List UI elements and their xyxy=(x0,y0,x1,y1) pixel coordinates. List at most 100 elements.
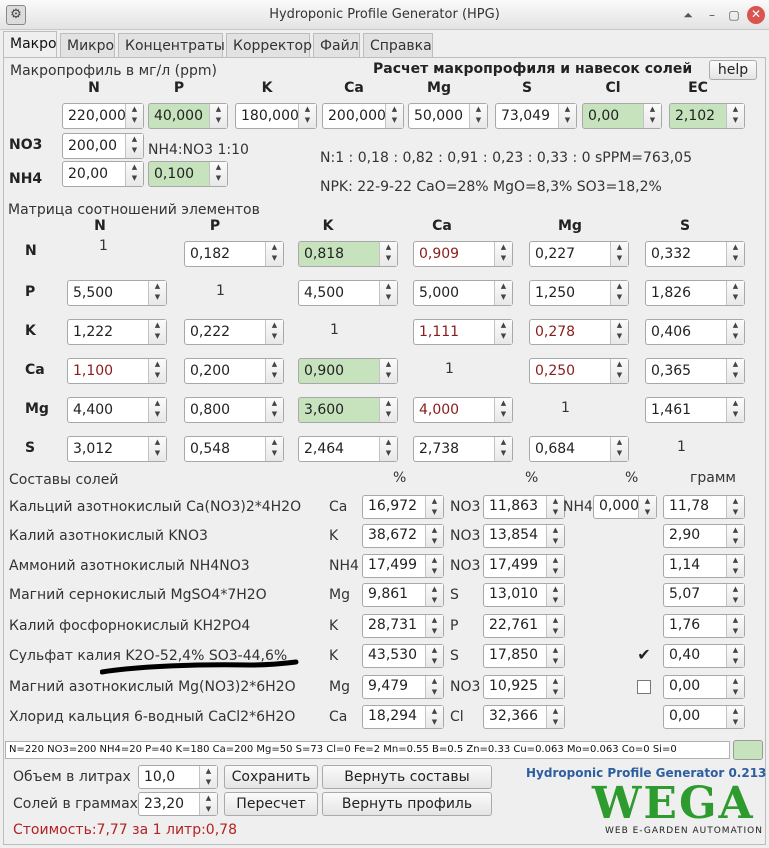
salt-pct1-2[interactable]: 17,499 ▲ ▼ xyxy=(362,554,444,578)
spinner-arrows-icon[interactable]: ▲ ▼ xyxy=(726,555,744,577)
spinner-arrows-icon[interactable]: ▲ ▼ xyxy=(265,242,283,266)
salt-pct1-3[interactable]: 9,861 ▲ ▼ xyxy=(362,583,444,607)
salt-grams-7[interactable]: 0,00 ▲ ▼ xyxy=(663,705,745,729)
spinner-arrows-icon[interactable]: ▲ ▼ xyxy=(726,645,744,667)
matrix-cell-4-2[interactable]: 3,600 ▲ ▼ xyxy=(298,397,398,423)
spinner-arrows-icon[interactable]: ▲ ▼ xyxy=(726,359,744,383)
spinner-arrows-icon[interactable]: ▲ ▼ xyxy=(148,398,166,422)
spinner-arrows-icon[interactable]: ▲ ▼ xyxy=(425,645,443,667)
close-icon[interactable]: ✕ xyxy=(747,6,765,24)
spinner-arrows-icon[interactable]: ▲ ▼ xyxy=(148,281,166,305)
spinner-arrows-icon[interactable]: ▲ ▼ xyxy=(265,320,283,344)
spinner-arrows-icon[interactable]: ▲ ▼ xyxy=(546,496,564,518)
matrix-cell-2-1[interactable]: 0,222 ▲ ▼ xyxy=(184,319,284,345)
spinner-arrows-icon[interactable]: ▲ ▼ xyxy=(379,281,397,305)
matrix-cell-5-3[interactable]: 2,738 ▲ ▼ xyxy=(413,436,513,462)
spinner-arrows-icon[interactable]: ▲ ▼ xyxy=(425,706,443,728)
spinner-arrows-icon[interactable]: ▲ ▼ xyxy=(494,398,512,422)
tab-help[interactable]: Справка xyxy=(363,33,433,58)
spinner-arrows-icon[interactable]: ▲ ▼ xyxy=(494,281,512,305)
salt-grams-3[interactable]: 5,07 ▲ ▼ xyxy=(663,583,745,607)
spinner-arrows-icon[interactable]: ▲ ▼ xyxy=(125,162,143,186)
salt-pct1-6[interactable]: 9,479 ▲ ▼ xyxy=(362,675,444,699)
up-icon[interactable]: ⏶ xyxy=(679,6,697,24)
matrix-cell-4-1[interactable]: 0,800 ▲ ▼ xyxy=(184,397,284,423)
salt-pct2-7[interactable]: 32,366 ▲ ▼ xyxy=(483,705,565,729)
macro-input-2[interactable]: 180,000 ▲ ▼ xyxy=(235,103,317,129)
restore-compositions-button[interactable]: Вернуть составы xyxy=(322,765,492,789)
spinner-arrows-icon[interactable]: ▲ ▼ xyxy=(726,676,744,698)
salt-grams-5[interactable]: 0,40 ▲ ▼ xyxy=(663,644,745,668)
matrix-cell-2-3[interactable]: 1,111 ▲ ▼ xyxy=(413,319,513,345)
matrix-cell-5-1[interactable]: 0,548 ▲ ▼ xyxy=(184,436,284,462)
tab-corrector[interactable]: Корректор xyxy=(226,33,312,58)
matrix-cell-4-0[interactable]: 4,400 ▲ ▼ xyxy=(67,397,167,423)
spinner-arrows-icon[interactable]: ▲ ▼ xyxy=(726,615,744,637)
ratio-input[interactable]: 0,100 ▲ ▼ xyxy=(148,161,228,187)
spinner-arrows-icon[interactable]: ▲ ▼ xyxy=(726,706,744,728)
spinner-arrows-icon[interactable]: ▲ ▼ xyxy=(546,706,564,728)
matrix-cell-2-5[interactable]: 0,406 ▲ ▼ xyxy=(645,319,745,345)
spinner-arrows-icon[interactable]: ▲ ▼ xyxy=(610,437,628,461)
spinner-arrows-icon[interactable]: ▲ ▼ xyxy=(726,584,744,606)
spinner-arrows-icon[interactable]: ▲ ▼ xyxy=(643,104,661,128)
save-button[interactable]: Сохранить xyxy=(224,765,318,789)
tab-macro[interactable]: Макро xyxy=(3,31,57,58)
spinner-arrows-icon[interactable]: ▲ ▼ xyxy=(494,242,512,266)
matrix-cell-1-5[interactable]: 1,826 ▲ ▼ xyxy=(645,280,745,306)
salt-pct2-5[interactable]: 17,850 ▲ ▼ xyxy=(483,644,565,668)
matrix-cell-1-0[interactable]: 5,500 ▲ ▼ xyxy=(67,280,167,306)
spinner-arrows-icon[interactable]: ▲ ▼ xyxy=(638,496,656,518)
tab-file[interactable]: Файл xyxy=(313,33,360,58)
tab-micro[interactable]: Микро xyxy=(60,33,115,58)
spinner-arrows-icon[interactable]: ▲ ▼ xyxy=(726,496,744,518)
spinner-arrows-icon[interactable]: ▲ ▼ xyxy=(546,676,564,698)
salt-pct2-4[interactable]: 22,761 ▲ ▼ xyxy=(483,614,565,638)
matrix-cell-5-2[interactable]: 2,464 ▲ ▼ xyxy=(298,436,398,462)
macro-input-1[interactable]: 40,000 ▲ ▼ xyxy=(148,103,228,129)
spinner-arrows-icon[interactable]: ▲ ▼ xyxy=(379,437,397,461)
salt-checkbox-5[interactable]: ✔ xyxy=(637,647,651,663)
spinner-arrows-icon[interactable]: ▲ ▼ xyxy=(494,437,512,461)
spinner-arrows-icon[interactable]: ▲ ▼ xyxy=(726,525,744,547)
spinner-arrows-icon[interactable]: ▲ ▼ xyxy=(558,104,576,128)
spinner-arrows-icon[interactable]: ▲ ▼ xyxy=(425,615,443,637)
matrix-cell-3-4[interactable]: 0,250 ▲ ▼ xyxy=(529,358,629,384)
matrix-cell-0-5[interactable]: 0,332 ▲ ▼ xyxy=(645,241,745,267)
spinner-arrows-icon[interactable]: ▲ ▼ xyxy=(726,320,744,344)
tab-concentrates[interactable]: Концентраты xyxy=(118,33,225,58)
matrix-cell-0-4[interactable]: 0,227 ▲ ▼ xyxy=(529,241,629,267)
macro-input-4[interactable]: 50,000 ▲ ▼ xyxy=(408,103,488,129)
spinner-arrows-icon[interactable]: ▲ ▼ xyxy=(125,134,143,158)
salt-pct1-4[interactable]: 28,731 ▲ ▼ xyxy=(362,614,444,638)
spinner-arrows-icon[interactable]: ▲ ▼ xyxy=(494,320,512,344)
matrix-cell-0-3[interactable]: 0,909 ▲ ▼ xyxy=(413,241,513,267)
recalc-button[interactable]: Пересчет xyxy=(224,792,318,816)
spinner-arrows-icon[interactable]: ▲ ▼ xyxy=(610,242,628,266)
matrix-cell-4-5[interactable]: 1,461 ▲ ▼ xyxy=(645,397,745,423)
spinner-arrows-icon[interactable]: ▲ ▼ xyxy=(298,104,316,128)
spinner-arrows-icon[interactable]: ▲ ▼ xyxy=(469,104,487,128)
salts-grams-input[interactable]: 23,20 ▲ ▼ xyxy=(138,792,218,816)
salt-pct1-1[interactable]: 38,672 ▲ ▼ xyxy=(362,524,444,548)
maximize-icon[interactable]: ▢ xyxy=(725,6,743,24)
no3-input[interactable]: 200,00 ▲ ▼ xyxy=(62,133,144,159)
matrix-cell-5-0[interactable]: 3,012 ▲ ▼ xyxy=(67,436,167,462)
salt-grams-0[interactable]: 11,78 ▲ ▼ xyxy=(663,495,745,519)
macro-input-0[interactable]: 220,000 ▲ ▼ xyxy=(62,103,144,129)
matrix-cell-1-3[interactable]: 5,000 ▲ ▼ xyxy=(413,280,513,306)
spinner-arrows-icon[interactable]: ▲ ▼ xyxy=(148,359,166,383)
spinner-arrows-icon[interactable]: ▲ ▼ xyxy=(265,359,283,383)
macro-input-3[interactable]: 200,000 ▲ ▼ xyxy=(322,103,404,129)
salt-pct2-6[interactable]: 10,925 ▲ ▼ xyxy=(483,675,565,699)
matrix-cell-2-4[interactable]: 0,278 ▲ ▼ xyxy=(529,319,629,345)
matrix-cell-5-4[interactable]: 0,684 ▲ ▼ xyxy=(529,436,629,462)
spinner-arrows-icon[interactable]: ▲ ▼ xyxy=(379,242,397,266)
spinner-arrows-icon[interactable]: ▲ ▼ xyxy=(425,676,443,698)
matrix-cell-3-5[interactable]: 0,365 ▲ ▼ xyxy=(645,358,745,384)
macro-input-5[interactable]: 73,049 ▲ ▼ xyxy=(495,103,577,129)
spinner-arrows-icon[interactable]: ▲ ▼ xyxy=(425,555,443,577)
restore-profile-button[interactable]: Вернуть профиль xyxy=(322,792,492,816)
salt-pct1-5[interactable]: 43,530 ▲ ▼ xyxy=(362,644,444,668)
spinner-arrows-icon[interactable]: ▲ ▼ xyxy=(546,615,564,637)
